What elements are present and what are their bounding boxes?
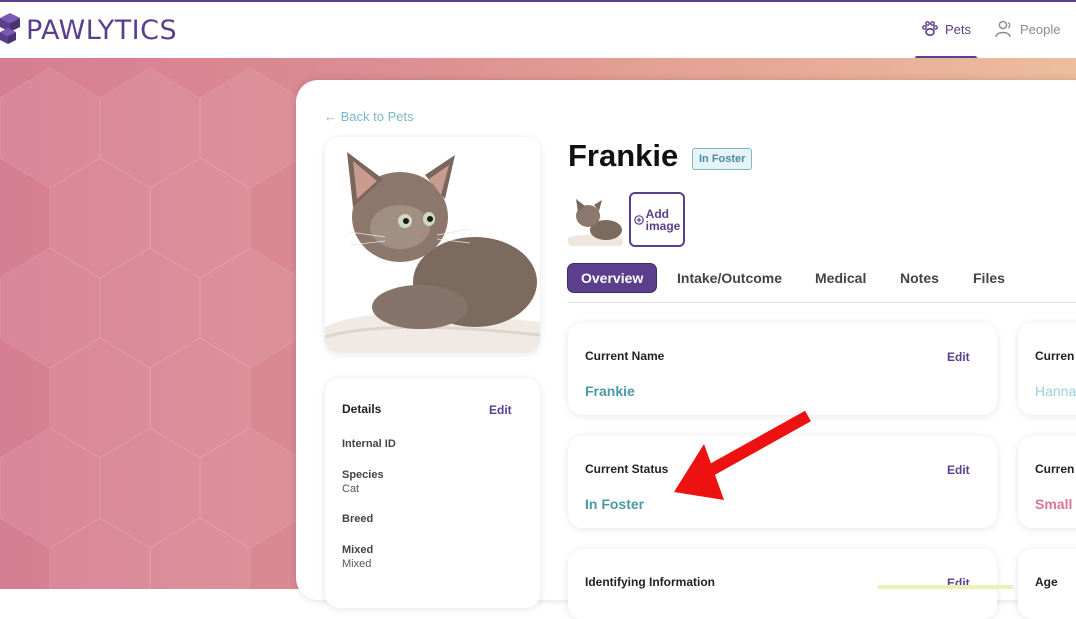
- current-name-label: Current Name: [585, 349, 665, 363]
- add-image-label-line1: Add: [645, 206, 669, 221]
- current-status-edit-button[interactable]: Edit: [947, 463, 970, 477]
- species-value: Cat: [342, 483, 360, 495]
- paw-icon: [922, 21, 938, 37]
- right-card-2: Curren Small: [1018, 436, 1076, 528]
- tab-intake-outcome[interactable]: Intake/Outcome: [677, 264, 782, 292]
- pet-name-heading: Frankie: [568, 138, 679, 173]
- current-status-value: In Foster: [585, 496, 645, 512]
- species-label: Species: [342, 469, 384, 481]
- people-icon: [995, 20, 1011, 38]
- right-card-2-label: Curren: [1035, 462, 1075, 476]
- current-status-label: Current Status: [585, 462, 669, 476]
- current-name-edit-button[interactable]: Edit: [947, 350, 970, 364]
- tab-files[interactable]: Files: [973, 264, 1005, 292]
- details-card: Details Edit Internal ID Species Cat Bre…: [325, 378, 540, 608]
- status-badge: In Foster: [692, 148, 753, 170]
- identifying-information-card: Identifying Information Edit: [568, 549, 997, 619]
- nav-people-label: People: [1020, 21, 1061, 37]
- age-card: Age: [1018, 549, 1076, 619]
- pet-image-thumbnail[interactable]: [568, 194, 623, 246]
- pawlytics-logo[interactable]: PAWLYTICS: [0, 10, 177, 50]
- profile-tabs: Overview Intake/Outcome Medical Notes Fi…: [568, 264, 1076, 303]
- back-to-pets-link[interactable]: ← Back to Pets: [324, 109, 414, 124]
- current-name-value: Frankie: [585, 383, 635, 399]
- tab-notes[interactable]: Notes: [900, 264, 939, 292]
- mixed-value: Mixed: [342, 558, 372, 570]
- red-arrow-annotation: [674, 410, 811, 500]
- details-edit-button[interactable]: Edit: [489, 403, 512, 417]
- internal-id-label: Internal ID: [342, 438, 396, 450]
- right-card-1-value: Hanna: [1035, 383, 1076, 399]
- thumbnail-image: [568, 194, 623, 246]
- add-image-button[interactable]: Add image: [629, 192, 685, 247]
- plus-circle-icon: [633, 214, 644, 225]
- logo-text: PAWLYTICS: [26, 14, 178, 46]
- tab-overview[interactable]: Overview: [568, 264, 657, 292]
- mixed-label: Mixed: [342, 544, 374, 556]
- details-title: Details: [342, 402, 382, 416]
- nav-people[interactable]: People: [994, 20, 1060, 38]
- nav-pets-label: Pets: [945, 21, 972, 37]
- cube-logo-icon: [0, 13, 20, 44]
- nav-pets[interactable]: Pets: [921, 20, 971, 38]
- bottom-highlight-strip: [878, 585, 1013, 589]
- right-card-1-label: Curren: [1035, 349, 1075, 363]
- add-image-label-line2: image: [645, 218, 681, 233]
- top-navigation-bar: PAWLYTICS Pets People: [0, 0, 1076, 60]
- identifying-information-label: Identifying Information: [585, 575, 715, 589]
- pet-photo: [325, 137, 540, 353]
- right-card-2-value: Small: [1035, 496, 1073, 512]
- age-label: Age: [1035, 575, 1058, 589]
- tab-medical[interactable]: Medical: [815, 264, 866, 292]
- kitten-photo: [325, 137, 540, 353]
- breed-label: Breed: [342, 513, 374, 525]
- right-card-1: Curren Hanna: [1018, 323, 1076, 415]
